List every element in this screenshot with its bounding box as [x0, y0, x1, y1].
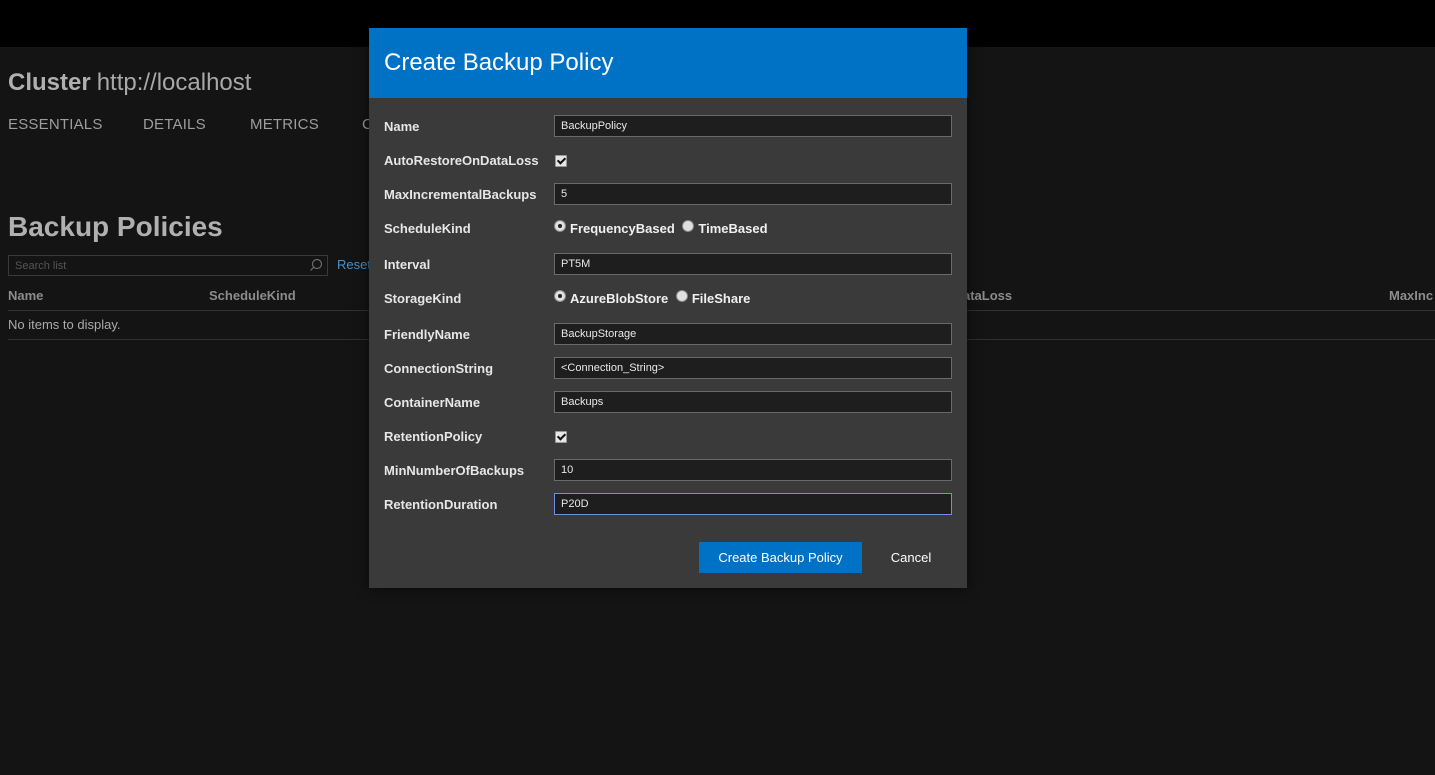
retention-policy-row: RetentionPolicy: [369, 424, 967, 454]
column-header-autorestore[interactable]: ataLoss: [963, 288, 1012, 303]
time-based-radio[interactable]: [682, 220, 695, 232]
auto-restore-row: AutoRestoreOnDataLoss: [369, 148, 967, 178]
column-header-name[interactable]: Name: [8, 288, 43, 303]
search-box: [8, 255, 328, 276]
azure-blob-store-label[interactable]: AzureBlobStore: [570, 291, 668, 306]
schedule-kind-label: ScheduleKind: [384, 221, 471, 236]
schedule-kind-row: ScheduleKind FrequencyBased TimeBased: [369, 216, 967, 246]
retention-duration-field[interactable]: [554, 493, 952, 515]
min-backups-field[interactable]: [554, 459, 952, 481]
tab-metrics[interactable]: METRICS: [250, 116, 319, 133]
connection-string-row: ConnectionString: [369, 356, 967, 386]
min-backups-label: MinNumberOfBackups: [384, 463, 525, 478]
search-icon[interactable]: [309, 258, 323, 272]
frequency-based-label[interactable]: FrequencyBased: [570, 221, 675, 236]
max-incremental-label: MaxIncrementalBackups: [384, 187, 537, 202]
cluster-url: http://localhost: [96, 69, 252, 96]
retention-policy-checkbox[interactable]: [555, 431, 567, 443]
container-name-field[interactable]: [554, 391, 952, 413]
connection-string-label: ConnectionString: [384, 361, 494, 376]
retention-duration-row: RetentionDuration: [369, 492, 967, 522]
tab-essentials[interactable]: ESSENTIALS: [8, 116, 103, 133]
retention-duration-label: RetentionDuration: [384, 497, 498, 512]
auto-restore-label: AutoRestoreOnDataLoss: [384, 153, 539, 168]
friendly-name-label: FriendlyName: [384, 327, 470, 342]
file-share-label[interactable]: FileShare: [692, 291, 751, 306]
retention-policy-label: RetentionPolicy: [384, 429, 483, 444]
container-name-label: ContainerName: [384, 395, 481, 410]
storage-kind-label: StorageKind: [384, 291, 462, 306]
section-title: Backup Policies: [8, 211, 223, 242]
max-incremental-field[interactable]: [554, 183, 952, 205]
azure-blob-store-radio[interactable]: [554, 290, 566, 302]
create-backup-policy-dialog: Create Backup Policy Name AutoRestoreOnD…: [369, 28, 967, 588]
time-based-label[interactable]: TimeBased: [698, 221, 767, 236]
friendly-name-row: FriendlyName: [369, 322, 967, 352]
interval-row: Interval: [369, 252, 967, 282]
container-name-row: ContainerName: [369, 390, 967, 420]
name-label: Name: [384, 119, 420, 134]
search-input[interactable]: [9, 257, 305, 275]
column-header-schedulekind[interactable]: ScheduleKind: [209, 288, 296, 303]
dialog-title: Create Backup Policy: [384, 49, 614, 76]
storage-kind-row: StorageKind AzureBlobStore FileShare: [369, 286, 967, 316]
name-row: Name: [369, 114, 967, 144]
name-field[interactable]: [554, 115, 952, 137]
cancel-button[interactable]: Cancel: [869, 542, 953, 573]
storage-kind-radio-group: AzureBlobStore FileShare: [554, 286, 754, 312]
cluster-label: Cluster: [8, 69, 91, 96]
connection-string-field[interactable]: [554, 357, 952, 379]
auto-restore-checkbox[interactable]: [555, 155, 567, 167]
dialog-header: Create Backup Policy: [369, 28, 967, 98]
create-backup-policy-button[interactable]: Create Backup Policy: [699, 542, 862, 573]
column-header-maxincremental[interactable]: MaxInc: [1389, 288, 1433, 303]
page-title: Cluster http://localhost: [8, 69, 251, 97]
interval-field[interactable]: [554, 253, 952, 275]
frequency-based-radio[interactable]: [554, 220, 566, 232]
min-backups-row: MinNumberOfBackups: [369, 458, 967, 488]
interval-label: Interval: [384, 257, 431, 272]
reset-link[interactable]: Reset: [337, 257, 371, 272]
friendly-name-field[interactable]: [554, 323, 952, 345]
file-share-radio[interactable]: [675, 290, 688, 302]
schedule-kind-radio-group: FrequencyBased TimeBased: [554, 216, 772, 242]
max-incremental-row: MaxIncrementalBackups: [369, 182, 967, 212]
tab-details[interactable]: DETAILS: [143, 116, 206, 133]
